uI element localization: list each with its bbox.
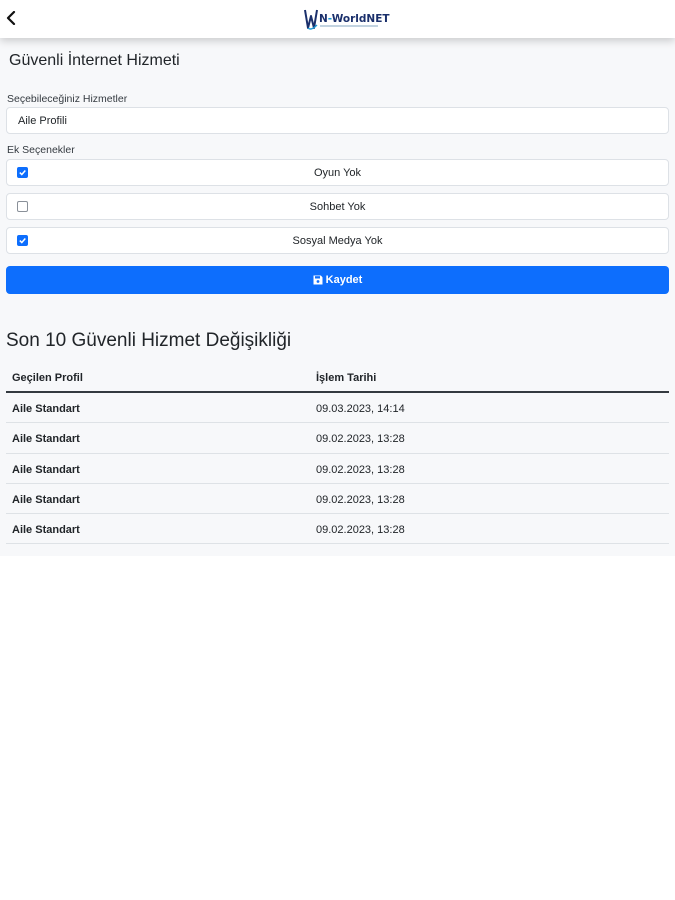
row-date: 09.02.2023, 13:28 [316,463,405,476]
save-button-label: Kaydet [325,274,363,286]
row-profile: Aile Standart [12,403,80,415]
brand-logo: N-WorldNET [304,6,390,32]
row-profile: Aile Standart [12,433,80,446]
table-header: Geçilen Profil İşlem Tarihi [6,366,669,393]
row-profile: Aile Standart [12,524,80,537]
row-date: 09.02.2023, 13:28 [316,433,405,446]
option-label: Sosyal Medya Yok [292,235,383,247]
row-date: 09.02.2023, 13:28 [316,524,405,537]
row-date: 09.02.2023, 13:28 [316,493,405,506]
page-title: Güvenli İnternet Hizmeti [9,52,180,69]
column-header-profile: Geçilen Profil [12,372,83,384]
row-profile: Aile Standart [12,493,80,506]
row-profile: Aile Standart [12,463,80,476]
option-row-sohbet-yok[interactable]: Sohbet Yok [6,193,669,220]
chevron-left-icon [6,11,16,25]
logo-wordmark: N-WorldNET [319,13,390,25]
table-row: Aile Standart 09.02.2023, 13:28 [6,484,669,515]
row-date: 09.03.2023, 14:14 [316,403,405,415]
option-row-oyun-yok[interactable]: Oyun Yok [6,159,669,186]
history-table: Geçilen Profil İşlem Tarihi Aile Standar… [6,366,669,545]
floppy-disk-icon [313,275,323,285]
option-label: Sohbet Yok [309,201,366,213]
options-label: Ek Seçenekler [7,144,75,156]
save-button[interactable]: Kaydet [6,266,669,294]
top-bar: N-WorldNET [0,0,675,38]
option-row-sosyal-medya-yok[interactable]: Sosyal Medya Yok [6,227,669,254]
main-content: Güvenli İnternet Hizmeti Seçebileceğiniz… [0,38,675,556]
option-label: Oyun Yok [313,167,362,179]
services-label: Seçebileceğiniz Hizmetler [7,93,128,105]
table-row: Aile Standart 09.02.2023, 13:28 [6,454,669,484]
logo-mark-icon [304,9,318,30]
service-select[interactable]: Aile Profili [6,107,669,134]
history-title: Son 10 Güvenli Hizmet Değişikliği [6,330,292,351]
column-header-date: İşlem Tarihi [316,372,377,384]
table-row: Aile Standart 09.03.2023, 14:14 [6,393,669,424]
back-button[interactable] [3,8,19,28]
table-row: Aile Standart 09.02.2023, 13:28 [6,423,669,454]
table-row: Aile Standart 09.02.2023, 13:28 [6,514,669,545]
logo-tagline [320,25,378,27]
